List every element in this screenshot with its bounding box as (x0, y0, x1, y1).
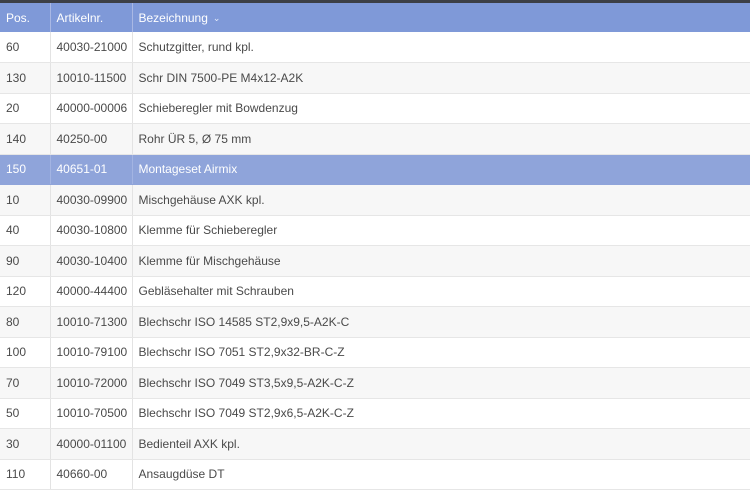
cell-pos: 40 (0, 215, 51, 246)
table-row[interactable]: 150 40651-01 Montageset Airmix (0, 154, 750, 185)
table-row[interactable]: 100 10010-79100 Blechschr ISO 7051 ST2,9x3… (0, 337, 750, 368)
cell-bezeichnung: Rohr ÜR 5, Ø 75 mm (132, 123, 750, 155)
cell-pos: 60 (0, 32, 51, 63)
cell-artikelnr: 40030-21000 (50, 32, 133, 63)
cell-bezeichnung: Blechschr ISO 7049 ST3,5x9,5-A2K-C-Z (132, 367, 750, 399)
cell-bezeichnung: Schr DIN 7500-PE M4x12-A2K (132, 62, 750, 94)
cell-artikelnr: 40250-00 (50, 123, 133, 155)
cell-pos: 30 (0, 428, 51, 460)
cell-pos: 120 (0, 276, 51, 307)
cell-bezeichnung: Blechschr ISO 7051 ST2,9x32-BR-C-Z (132, 337, 750, 368)
cell-artikelnr: 40651-01 (50, 154, 133, 185)
cell-artikelnr: 40030-10400 (50, 245, 133, 277)
table-row[interactable]: 140 40250-00 Rohr ÜR 5, Ø 75 mm (0, 123, 750, 155)
cell-pos: 150 (0, 154, 51, 185)
sort-descending-icon[interactable]: ⌄ (213, 13, 221, 24)
cell-bezeichnung: Montageset Airmix (132, 154, 750, 185)
header-row: Pos. Artikelnr. Bezeichnung ⌄ (0, 3, 750, 32)
table-row[interactable]: 130 10010-11500 Schr DIN 7500-PE M4x12-A2K (0, 62, 750, 94)
cell-pos: 80 (0, 306, 51, 338)
cell-pos: 90 (0, 245, 51, 277)
cell-bezeichnung: Klemme für Schieberegler (132, 215, 750, 246)
table-row[interactable]: 70 10010-72000 Blechschr ISO 7049 ST3,5x9,… (0, 367, 750, 399)
cell-artikelnr: 40030-10800 (50, 215, 133, 246)
cell-artikelnr: 40000-00006 (50, 93, 133, 124)
cell-pos: 100 (0, 337, 51, 368)
cell-artikelnr: 40000-44400 (50, 276, 133, 307)
cell-pos: 130 (0, 62, 51, 94)
table-row[interactable]: 110 40660-00 Ansaugdüse DT (0, 459, 750, 490)
cell-bezeichnung: Ansaugdüse DT (132, 459, 750, 490)
cell-bezeichnung: Blechschr ISO 14585 ST2,9x9,5-A2K-C (132, 306, 750, 338)
cell-bezeichnung: Blechschr ISO 7049 ST2,9x6,5-A2K-C-Z (132, 398, 750, 429)
cell-bezeichnung: Schieberegler mit Bowdenzug (132, 93, 750, 124)
cell-artikelnr: 10010-72000 (50, 367, 133, 399)
cell-bezeichnung: Mischgehäuse AXK kpl. (132, 184, 750, 216)
table-body: 60 40030-21000 Schutzgitter, rund kpl. 130 1… (0, 32, 750, 490)
cell-pos: 10 (0, 184, 51, 216)
column-header-label: Artikelnr. (56, 10, 104, 25)
cell-artikelnr: 10010-79100 (50, 337, 133, 368)
cell-pos: 110 (0, 459, 51, 490)
column-header-label: Pos. (6, 10, 31, 25)
table-row[interactable]: 20 40000-00006 Schieberegler mit Bowdenzug (0, 93, 750, 124)
cell-bezeichnung: Schutzgitter, rund kpl. (132, 32, 750, 63)
cell-pos: 20 (0, 93, 51, 124)
table-row[interactable]: 50 10010-70500 Blechschr ISO 7049 ST2,9x6,… (0, 398, 750, 429)
table-row[interactable]: 80 10010-71300 Blechschr ISO 14585 ST2,9x9… (0, 306, 750, 338)
cell-artikelnr: 40660-00 (50, 459, 133, 490)
cell-artikelnr: 40000-01100 (50, 428, 133, 460)
cell-artikelnr: 10010-11500 (50, 62, 133, 94)
column-header-label: Bezeichnung (138, 10, 208, 25)
table-row[interactable]: 60 40030-21000 Schutzgitter, rund kpl. (0, 32, 750, 63)
parts-list-table: Pos. Artikelnr. Bezeichnung ⌄ 60 40030-210… (0, 3, 750, 490)
cell-bezeichnung: Gebläsehalter mit Schrauben (132, 276, 750, 307)
cell-artikelnr: 10010-70500 (50, 398, 133, 429)
cell-pos: 70 (0, 367, 51, 399)
table-header: Pos. Artikelnr. Bezeichnung ⌄ (0, 3, 750, 32)
table-row[interactable]: 90 40030-10400 Klemme für Mischgehäuse (0, 245, 750, 277)
cell-artikelnr: 40030-09900 (50, 184, 133, 216)
cell-artikelnr: 10010-71300 (50, 306, 133, 338)
table-row[interactable]: 30 40000-01100 Bedienteil AXK kpl. (0, 428, 750, 460)
cell-bezeichnung: Bedienteil AXK kpl. (132, 428, 750, 460)
cell-pos: 140 (0, 123, 51, 155)
table-row[interactable]: 120 40000-44400 Gebläsehalter mit Schraube… (0, 276, 750, 307)
column-header-bezeichnung[interactable]: Bezeichnung ⌄ (132, 3, 750, 32)
table-row[interactable]: 10 40030-09900 Mischgehäuse AXK kpl. (0, 184, 750, 216)
column-header-pos[interactable]: Pos. (0, 3, 51, 32)
cell-pos: 50 (0, 398, 51, 429)
table-row[interactable]: 40 40030-10800 Klemme für Schieberegler (0, 215, 750, 246)
column-header-artikelnr[interactable]: Artikelnr. (50, 3, 133, 32)
cell-bezeichnung: Klemme für Mischgehäuse (132, 245, 750, 277)
